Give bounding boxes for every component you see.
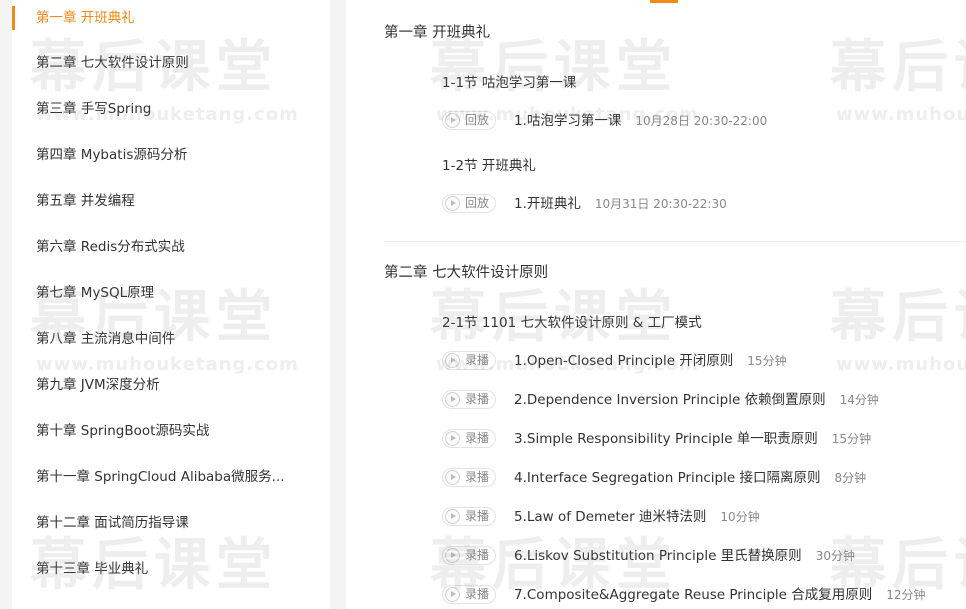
play-icon <box>445 470 460 485</box>
lesson-tag: 录播 <box>465 587 490 601</box>
lesson-link[interactable]: 1.咕泡学习第一课 10月28日 20:30-22:00 <box>514 110 767 132</box>
sidebar-item-chapter-7[interactable]: 第七章 MySQL原理 <box>12 273 330 313</box>
lesson-tag: 回放 <box>465 196 490 210</box>
play-button[interactable]: 录播 <box>442 546 496 565</box>
lesson-row[interactable]: 录播 7.Composite&Aggregate Reuse Principle… <box>442 584 962 606</box>
play-button[interactable]: 录播 <box>442 390 496 409</box>
lesson-link[interactable]: 3.Simple Responsibility Principle 单一职责原则… <box>514 428 871 450</box>
section-heading: 1-2节 开班典礼 <box>442 158 536 174</box>
lesson-title[interactable]: 5.Law of Demeter 迪米特法则 <box>514 509 706 525</box>
lesson-link[interactable]: 6.Liskov Substitution Principle 里氏替换原则 30… <box>514 545 855 567</box>
lesson-row[interactable]: 录播 6.Liskov Substitution Principle 里氏替换原… <box>442 545 962 567</box>
sidebar-item-chapter-9[interactable]: 第九章 JVM深度分析 <box>12 365 330 405</box>
lesson-row[interactable]: 回放 1.开班典礼 10月31日 20:30-22:30 <box>442 193 962 215</box>
course-outline: 第一章 开班典礼 1-1节 咕泡学习第一课 回放 1.咕泡学习第一课 10月28日… <box>346 0 966 609</box>
lesson-duration: 10分钟 <box>720 510 760 524</box>
chapter-divider <box>384 241 966 242</box>
lesson-duration: 15分钟 <box>747 354 787 368</box>
lesson-duration: 8分钟 <box>834 471 867 485</box>
play-button[interactable]: 录播 <box>442 429 496 448</box>
lesson-tag: 录播 <box>465 431 490 445</box>
top-accent-bar <box>650 0 678 3</box>
lesson-tag: 录播 <box>465 470 490 484</box>
play-button[interactable]: 录播 <box>442 585 496 604</box>
sidebar-item-chapter-11[interactable]: 第十一章 SpringCloud Alibaba微服务... <box>12 457 330 497</box>
play-icon <box>445 196 460 211</box>
sidebar-item-chapter-5[interactable]: 第五章 并发编程 <box>12 181 330 221</box>
sidebar-item-chapter-3[interactable]: 第三章 手写Spring <box>12 89 330 129</box>
lesson-link[interactable]: 2.Dependence Inversion Principle 依赖倒置原则 1… <box>514 389 879 411</box>
sidebar-item-chapter-8[interactable]: 第八章 主流消息中间件 <box>12 319 330 359</box>
section-heading: 1-1节 咕泡学习第一课 <box>442 75 577 91</box>
play-icon <box>445 392 460 407</box>
lesson-tag: 回放 <box>465 113 490 127</box>
replay-button[interactable]: 回放 <box>442 111 496 130</box>
chapter-sidebar: 第一章 开班典礼 第二章 七大软件设计原则 第三章 手写Spring 第四章 M… <box>12 0 330 609</box>
lesson-link[interactable]: 4.Interface Segregation Principle 接口隔离原则… <box>514 467 866 489</box>
lesson-title[interactable]: 7.Composite&Aggregate Reuse Principle 合成… <box>514 587 872 603</box>
lesson-title[interactable]: 4.Interface Segregation Principle 接口隔离原则 <box>514 470 820 486</box>
lesson-title[interactable]: 6.Liskov Substitution Principle 里氏替换原则 <box>514 548 802 564</box>
lesson-tag: 录播 <box>465 509 490 523</box>
lesson-title[interactable]: 1.Open-Closed Principle 开闭原则 <box>514 353 733 369</box>
sidebar-item-chapter-6[interactable]: 第六章 Redis分布式实战 <box>12 227 330 267</box>
lesson-link[interactable]: 1.Open-Closed Principle 开闭原则 15分钟 <box>514 350 787 372</box>
sidebar-item-chapter-2[interactable]: 第二章 七大软件设计原则 <box>12 43 330 83</box>
sidebar-item-chapter-10[interactable]: 第十章 SpringBoot源码实战 <box>12 411 330 451</box>
lesson-duration: 30分钟 <box>815 549 855 563</box>
lesson-duration: 15分钟 <box>831 432 872 446</box>
play-icon <box>445 509 460 524</box>
chapter-heading: 第二章 七大软件设计原则 <box>384 265 549 281</box>
play-icon <box>445 431 460 446</box>
play-icon <box>445 548 460 563</box>
play-button[interactable]: 录播 <box>442 351 496 370</box>
play-icon <box>445 113 460 128</box>
section-heading: 2-1节 1101 七大软件设计原则 & 工厂模式 <box>442 315 702 331</box>
play-button[interactable]: 录播 <box>442 507 496 526</box>
lesson-duration: 14分钟 <box>839 393 879 407</box>
chapter-heading: 第一章 开班典礼 <box>384 25 491 41</box>
play-icon <box>445 353 460 368</box>
lesson-row[interactable]: 回放 1.咕泡学习第一课 10月28日 20:30-22:00 <box>442 110 962 132</box>
lesson-row[interactable]: 录播 3.Simple Responsibility Principle 单一职… <box>442 428 962 450</box>
lesson-tag: 录播 <box>465 548 490 562</box>
lesson-title[interactable]: 2.Dependence Inversion Principle 依赖倒置原则 <box>514 392 826 408</box>
sidebar-item-chapter-13[interactable]: 第十三章 毕业典礼 <box>12 549 330 589</box>
lesson-row[interactable]: 录播 2.Dependence Inversion Principle 依赖倒置… <box>442 389 962 411</box>
sidebar-item-chapter-1[interactable]: 第一章 开班典礼 <box>12 0 330 38</box>
lesson-tag: 录播 <box>465 392 490 406</box>
lesson-tag: 录播 <box>465 353 490 367</box>
lesson-row[interactable]: 录播 1.Open-Closed Principle 开闭原则 15分钟 <box>442 350 962 372</box>
lesson-title[interactable]: 1.咕泡学习第一课 <box>514 113 621 129</box>
lesson-row[interactable]: 录播 5.Law of Demeter 迪米特法则 10分钟 <box>442 506 962 528</box>
lesson-duration: 12分钟 <box>886 588 926 602</box>
lesson-link[interactable]: 5.Law of Demeter 迪米特法则 10分钟 <box>514 506 760 528</box>
lesson-link[interactable]: 1.开班典礼 10月31日 20:30-22:30 <box>514 193 727 215</box>
lesson-title[interactable]: 1.开班典礼 <box>514 196 581 212</box>
replay-button[interactable]: 回放 <box>442 194 496 213</box>
play-icon <box>445 587 460 602</box>
sidebar-item-chapter-4[interactable]: 第四章 Mybatis源码分析 <box>12 135 330 175</box>
sidebar-item-chapter-12[interactable]: 第十二章 面试简历指导课 <box>12 503 330 543</box>
lesson-time: 10月31日 20:30-22:30 <box>594 197 727 211</box>
lesson-link[interactable]: 7.Composite&Aggregate Reuse Principle 合成… <box>514 584 926 606</box>
lesson-title[interactable]: 3.Simple Responsibility Principle 单一职责原则 <box>514 431 818 447</box>
lesson-time: 10月28日 20:30-22:00 <box>635 114 768 128</box>
lesson-row[interactable]: 录播 4.Interface Segregation Principle 接口隔… <box>442 467 962 489</box>
play-button[interactable]: 录播 <box>442 468 496 487</box>
